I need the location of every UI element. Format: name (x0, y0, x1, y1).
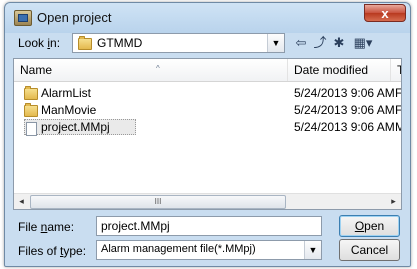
title-bar[interactable]: Open project x (5, 3, 410, 31)
scrollbar-thumb[interactable]: III (30, 195, 286, 209)
file-type: M (395, 119, 401, 135)
open-project-icon (14, 10, 32, 26)
back-icon[interactable]: ⇦ (292, 33, 310, 53)
window-title: Open project (37, 10, 112, 25)
close-button[interactable]: x (364, 4, 406, 22)
file-type-label-suffix: ype: (63, 244, 87, 258)
column-header-type[interactable]: Ty (391, 59, 401, 81)
column-header-name-label: Name (20, 63, 53, 77)
dialog-body: Look in: GTMMD ▼ ⇦ ⤴ ✱ ▦▾ ^ Name Date mo… (13, 33, 402, 261)
file-icon (26, 121, 37, 136)
look-in-label-suffix: n: (50, 36, 61, 50)
file-date: 5/24/2013 9:06 AM (294, 86, 395, 100)
scroll-left-icon[interactable]: ◂ (14, 194, 29, 209)
file-type: Fi (395, 86, 402, 100)
toolbar: ⇦ ⤴ ✱ ▦▾ (292, 33, 402, 53)
file-name-label-suffix: ame: (47, 220, 75, 234)
file-name-label-text: File (18, 220, 41, 234)
file-type-dropdown[interactable]: Alarm management file(*.MMpj) ▼ (96, 240, 322, 260)
file-name: ManMovie (41, 103, 97, 117)
column-header-date[interactable]: Date modified (288, 59, 391, 81)
list-item[interactable]: AlarmList 5/24/2013 9:06 AM Fi (14, 85, 402, 101)
open-project-dialog: Open project x Look in: GTMMD ▼ ⇦ ⤴ ✱ ▦▾… (4, 2, 411, 267)
look-in-label-text: Look (18, 36, 48, 50)
file-list[interactable]: ^ Name Date modified Ty AlarmList 5/24/2… (13, 58, 402, 210)
close-icon: x (381, 6, 389, 21)
cancel-button[interactable]: Cancel (339, 239, 400, 261)
file-date: 5/24/2013 9:06 AM (294, 120, 395, 134)
views-menu-icon[interactable]: ▦▾ (350, 33, 376, 53)
look-in-label: Look in: (18, 36, 60, 50)
new-folder-icon[interactable]: ✱ (330, 33, 348, 53)
up-folder-icon[interactable]: ⤴ (311, 33, 329, 53)
folder-icon (24, 85, 38, 100)
look-in-folder-name: GTMMD (97, 36, 143, 50)
column-header-date-label: Date modified (294, 63, 369, 77)
folder-icon (78, 36, 92, 50)
file-name-input[interactable]: project.MMpj (96, 216, 322, 236)
look-in-dropdown[interactable]: GTMMD ▼ (72, 33, 285, 53)
folder-icon (24, 102, 38, 117)
sort-ascending-icon: ^ (156, 64, 160, 73)
file-type-value: Alarm management file(*.MMpj) (101, 243, 256, 255)
open-button-accelerator: O (354, 219, 365, 233)
file-type-label: Files of type: (18, 244, 86, 258)
file-name: AlarmList (41, 86, 92, 100)
column-header-type-label: Ty (397, 63, 401, 77)
file-name: project.MMpj (41, 120, 110, 134)
open-button-label: pen (364, 219, 385, 233)
horizontal-scrollbar[interactable]: ◂ III ▸ (14, 193, 401, 209)
open-button[interactable]: Open (339, 215, 400, 237)
chevron-down-icon[interactable]: ▼ (304, 241, 321, 259)
list-item-selected[interactable]: project.MMpj 5/24/2013 9:06 AM M (14, 119, 401, 136)
chevron-down-icon[interactable]: ▼ (267, 34, 284, 52)
list-item[interactable]: ManMovie 5/24/2013 9:06 AM Fi (14, 102, 402, 118)
file-type: Fi (395, 103, 402, 117)
file-date: 5/24/2013 9:06 AM (294, 103, 395, 117)
column-header-name[interactable]: ^ Name (14, 59, 288, 81)
file-name-label: File name: (18, 220, 74, 234)
scroll-right-icon[interactable]: ▸ (386, 194, 401, 209)
file-type-label-text: Files of (18, 244, 61, 258)
list-header: ^ Name Date modified Ty (14, 59, 401, 82)
